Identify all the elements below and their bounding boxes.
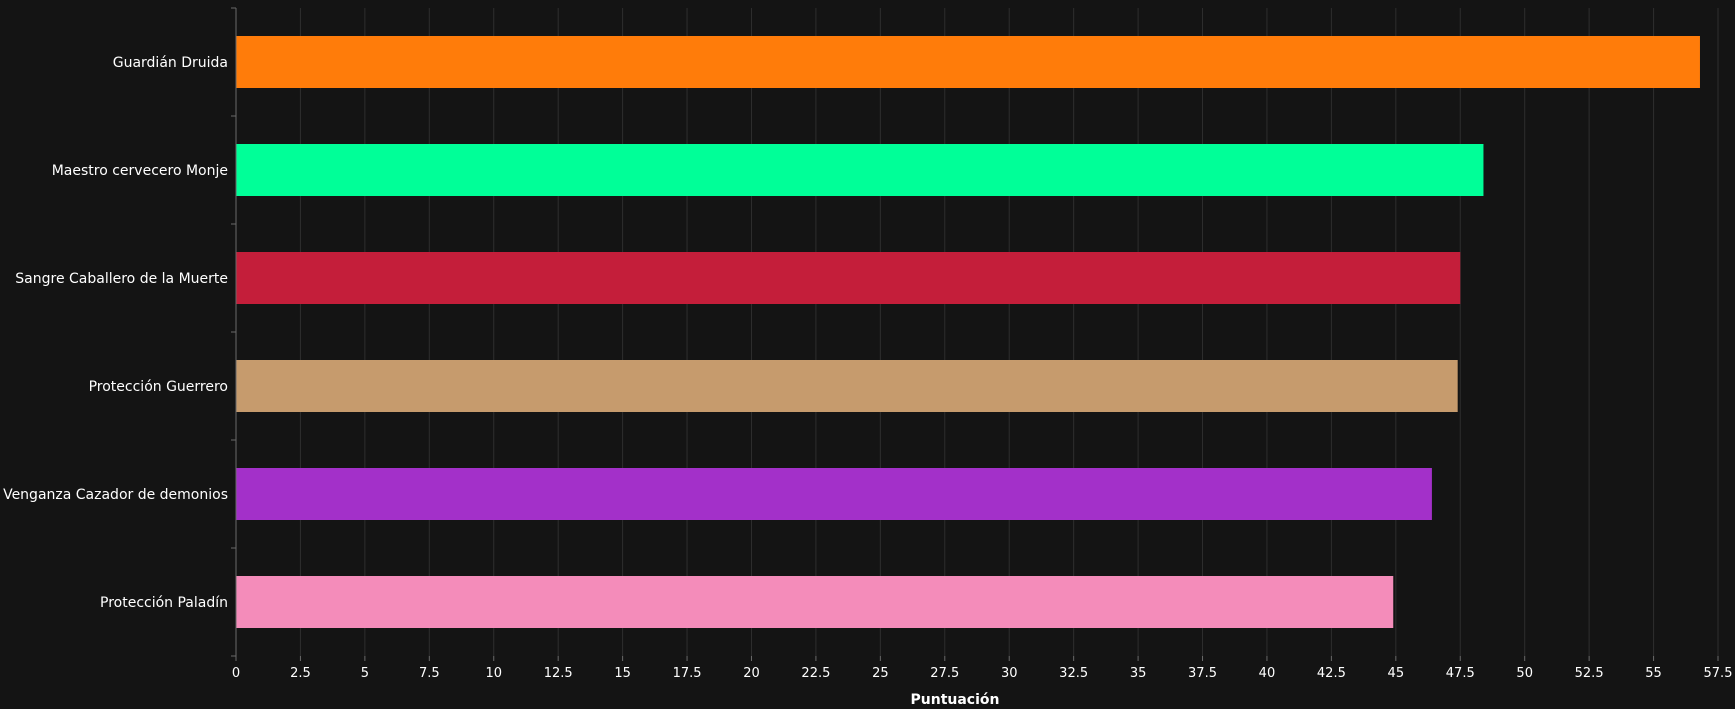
x-tick-label: 42.5 — [1317, 666, 1346, 681]
x-tick-label: 17.5 — [673, 666, 702, 681]
x-tick-label: 12.5 — [544, 666, 573, 681]
category-label: Venganza Cazador de demonios — [3, 487, 228, 503]
x-tick-label: 15 — [614, 666, 631, 681]
x-tick-label: 7.5 — [419, 666, 440, 681]
x-tick-label: 45 — [1388, 666, 1405, 681]
x-tick-label: 25 — [872, 666, 889, 681]
bars — [236, 36, 1700, 628]
x-tick-label: 40 — [1259, 666, 1276, 681]
category-label: Guardián Druida — [113, 55, 228, 71]
x-tick-label: 47.5 — [1446, 666, 1475, 681]
x-tick-label: 22.5 — [801, 666, 830, 681]
x-tick-labels: 0 2.5 5 7.5 10 12.5 15 17.5 20 22.5 25 27.5 30 32.5 35… — [232, 666, 1733, 681]
bar[interactable] — [236, 36, 1700, 88]
bar[interactable] — [236, 468, 1432, 520]
chart-container: Guardián Druida Maestro cervecero Monje Sa… — [0, 0, 1735, 709]
x-tick-label: 20 — [743, 666, 760, 681]
x-tick-label: 50 — [1516, 666, 1533, 681]
x-tick-label: 10 — [485, 666, 502, 681]
category-label: Protección Paladín — [100, 595, 228, 611]
x-tick-label: 5 — [361, 666, 369, 681]
x-tick-label: 35 — [1130, 666, 1147, 681]
grid-lines — [299, 8, 1719, 656]
x-tick-label: 52.5 — [1575, 666, 1604, 681]
category-label: Sangre Caballero de la Muerte — [15, 271, 228, 287]
x-tick-label: 2.5 — [290, 666, 311, 681]
x-tick-label: 0 — [232, 666, 240, 681]
horizontal-bar-chart: Guardián Druida Maestro cervecero Monje Sa… — [3, 7, 1733, 708]
axes — [231, 7, 1719, 661]
bar[interactable] — [236, 144, 1484, 196]
category-label: Maestro cervecero Monje — [52, 163, 228, 179]
bar[interactable] — [236, 360, 1458, 412]
x-tick-label: 30 — [1001, 666, 1018, 681]
x-tick-label: 57.5 — [1704, 666, 1733, 681]
x-tick-label: 27.5 — [930, 666, 959, 681]
category-label: Protección Guerrero — [89, 379, 228, 395]
category-labels: Guardián Druida Maestro cervecero Monje Sa… — [3, 55, 228, 611]
bar[interactable] — [236, 252, 1461, 304]
x-tick-label: 32.5 — [1059, 666, 1088, 681]
bar[interactable] — [236, 576, 1394, 628]
x-tick-label: 37.5 — [1188, 666, 1217, 681]
x-axis-title: Puntuación — [911, 692, 1000, 708]
x-tick-label: 55 — [1645, 666, 1662, 681]
